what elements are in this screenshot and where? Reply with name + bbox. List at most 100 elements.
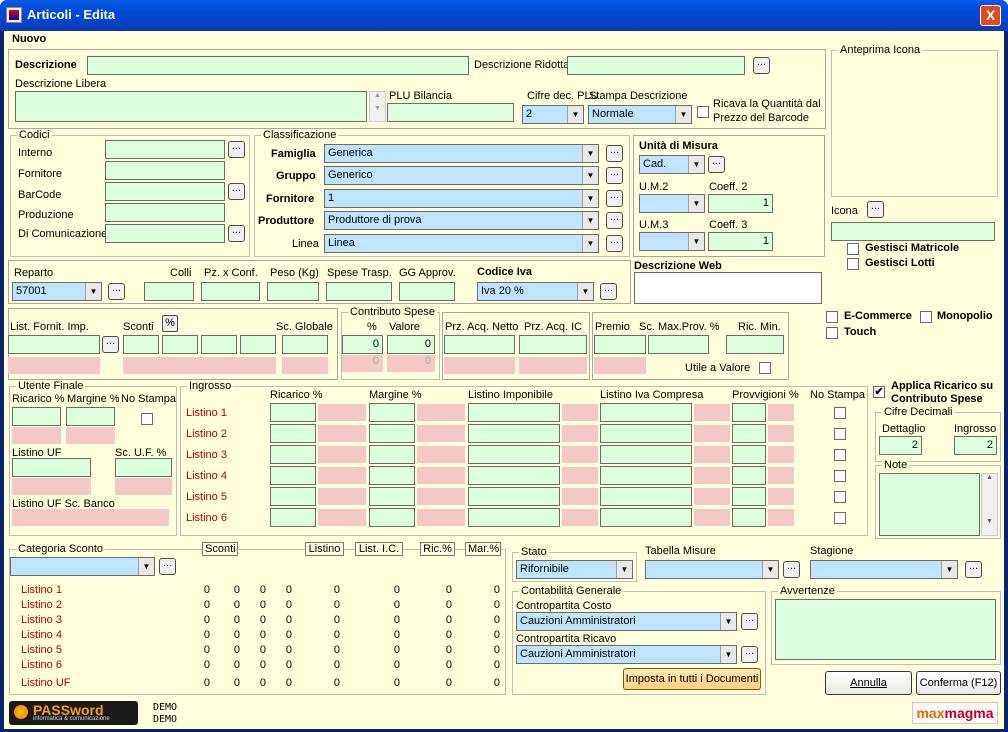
ingrosso-no-stampa-checkbox[interactable]	[834, 407, 846, 419]
cifre-dec-plu-select[interactable]: 2 ▼	[522, 105, 584, 124]
chevron-down-icon[interactable]: ▼	[720, 646, 736, 663]
scroll-down-icon[interactable]: ▼	[982, 518, 997, 525]
barcode-button[interactable]: ...	[228, 183, 245, 200]
prz-acq-ic-input[interactable]	[519, 335, 587, 354]
tabella-misure-select[interactable]: ▼	[645, 560, 779, 579]
uf-ricarico-input[interactable]	[12, 407, 61, 426]
imposta-documenti-button[interactable]: Imposta in tutti i Documenti	[623, 668, 761, 690]
icona-input[interactable]	[831, 222, 995, 241]
sc-globale-input[interactable]	[282, 335, 328, 354]
ingrosso-cell-input[interactable]	[732, 403, 766, 422]
note-scrollbar[interactable]: ▲ ▼	[981, 473, 998, 536]
close-button[interactable]: X	[980, 5, 1001, 26]
stato-select[interactable]: Rifornibile ▼	[516, 560, 633, 579]
um3-select[interactable]: ▼	[639, 232, 705, 251]
ingrosso-cell-input[interactable]	[369, 487, 415, 506]
sc-max-prov-input[interactable]	[648, 335, 709, 354]
ingrosso-no-stampa-checkbox[interactable]	[834, 512, 846, 524]
categoria-sconto-select[interactable]: ▼	[10, 557, 155, 576]
ingrosso-cell-input[interactable]	[468, 445, 560, 464]
ingrosso-cell-input[interactable]	[600, 424, 692, 443]
avvertenze-input[interactable]	[775, 599, 996, 660]
pz-conf-input[interactable]	[201, 282, 260, 301]
chevron-down-icon[interactable]: ▼	[85, 283, 101, 300]
scroll-down-icon[interactable]: ▼	[370, 105, 385, 112]
produzione-input[interactable]	[105, 203, 225, 222]
stagione-button[interactable]: ...	[965, 561, 982, 578]
scroll-up-icon[interactable]: ▲	[370, 92, 385, 99]
chevron-down-icon[interactable]: ▼	[567, 106, 583, 123]
ingrosso-cell-input[interactable]	[468, 508, 560, 527]
descrizione-input[interactable]	[87, 56, 469, 75]
chevron-down-icon[interactable]: ▼	[688, 233, 704, 250]
ingrosso-cell-input[interactable]	[600, 403, 692, 422]
produttore-button[interactable]: ...	[606, 212, 623, 229]
ingrosso-cell-input[interactable]	[468, 403, 560, 422]
sconti-percent-button[interactable]: %	[162, 315, 178, 332]
ricava-quantita-checkbox[interactable]	[697, 106, 709, 118]
linea-select[interactable]: Linea ▼	[324, 234, 599, 253]
contributo-pct-input[interactable]: 0	[342, 335, 383, 354]
codice-iva-select[interactable]: Iva 20 % ▼	[477, 282, 594, 301]
codice-iva-button[interactable]: ...	[600, 283, 617, 300]
stagione-select[interactable]: ▼	[810, 560, 958, 579]
contropartita-costo-select[interactable]: Cauzioni Amministratori ▼	[516, 612, 737, 631]
descrizione-libera-scrollbar[interactable]: ▲ ▼	[369, 91, 386, 122]
descrizione-ridotta-button[interactable]: ...	[753, 57, 770, 74]
coeff3-input[interactable]: 1	[708, 232, 773, 251]
chevron-down-icon[interactable]: ▼	[138, 558, 154, 575]
list-fornit-imp-input[interactable]	[8, 335, 100, 354]
tabella-misure-button[interactable]: ...	[783, 561, 800, 578]
ingrosso-cell-input[interactable]	[600, 508, 692, 527]
ingrosso-cell-input[interactable]	[270, 466, 316, 485]
utile-a-valore-checkbox[interactable]	[759, 362, 771, 374]
ingrosso-cell-input[interactable]	[270, 487, 316, 506]
ingrosso-cell-input[interactable]	[732, 445, 766, 464]
colli-input[interactable]	[144, 282, 194, 301]
di-comunicazione-input[interactable]	[105, 224, 225, 243]
prz-acq-netto-input[interactable]	[444, 335, 515, 354]
ingrosso-cell-input[interactable]	[732, 508, 766, 527]
contropartita-costo-button[interactable]: ...	[741, 613, 758, 630]
chevron-down-icon[interactable]: ▼	[675, 106, 691, 123]
ingrosso-cell-input[interactable]	[270, 424, 316, 443]
ingrosso-cell-input[interactable]	[270, 445, 316, 464]
um-select[interactable]: Cad. ▼	[639, 155, 705, 174]
chevron-down-icon[interactable]: ▼	[616, 561, 632, 578]
sconto3-input[interactable]	[201, 335, 237, 354]
listino-uf-input[interactable]	[12, 458, 91, 477]
contropartita-ricavo-button[interactable]: ...	[741, 646, 758, 663]
sconto1-input[interactable]	[123, 335, 159, 354]
codice-interno-button[interactable]: ...	[228, 141, 245, 158]
codice-interno-input[interactable]	[105, 140, 225, 159]
ingrosso-cell-input[interactable]	[468, 424, 560, 443]
linea-button[interactable]: ...	[606, 235, 623, 252]
ingrosso-cell-input[interactable]	[468, 487, 560, 506]
chevron-down-icon[interactable]: ▼	[582, 167, 598, 184]
fornitore-button[interactable]: ...	[606, 190, 623, 207]
ingrosso-cell-input[interactable]	[369, 466, 415, 485]
touch-checkbox[interactable]	[826, 327, 838, 339]
chevron-down-icon[interactable]: ▼	[582, 212, 598, 229]
ingrosso-cell-input[interactable]	[732, 487, 766, 506]
uf-margine-input[interactable]	[66, 407, 115, 426]
gruppo-button[interactable]: ...	[606, 167, 623, 184]
note-input[interactable]	[879, 473, 980, 536]
chevron-down-icon[interactable]: ▼	[577, 283, 593, 300]
sc-uf-input[interactable]	[115, 458, 172, 477]
chevron-down-icon[interactable]: ▼	[582, 235, 598, 252]
icona-button[interactable]: ...	[867, 201, 884, 218]
fornitore-select[interactable]: 1 ▼	[324, 189, 599, 208]
annulla-button[interactable]: Annulla	[825, 671, 912, 695]
applica-ricarico-checkbox[interactable]: ✔	[873, 386, 885, 398]
contropartita-ricavo-select[interactable]: Cauzioni Amministratori ▼	[516, 645, 737, 664]
ingrosso-dec-input[interactable]: 2	[954, 436, 997, 455]
chevron-down-icon[interactable]: ▼	[688, 156, 704, 173]
chevron-down-icon[interactable]: ▼	[941, 561, 957, 578]
scroll-up-icon[interactable]: ▲	[982, 474, 997, 481]
ingrosso-cell-input[interactable]	[369, 403, 415, 422]
spese-trasp-input[interactable]	[326, 282, 392, 301]
chevron-down-icon[interactable]: ▼	[688, 195, 704, 212]
sconto4-input[interactable]	[240, 335, 276, 354]
ingrosso-no-stampa-checkbox[interactable]	[834, 491, 846, 503]
